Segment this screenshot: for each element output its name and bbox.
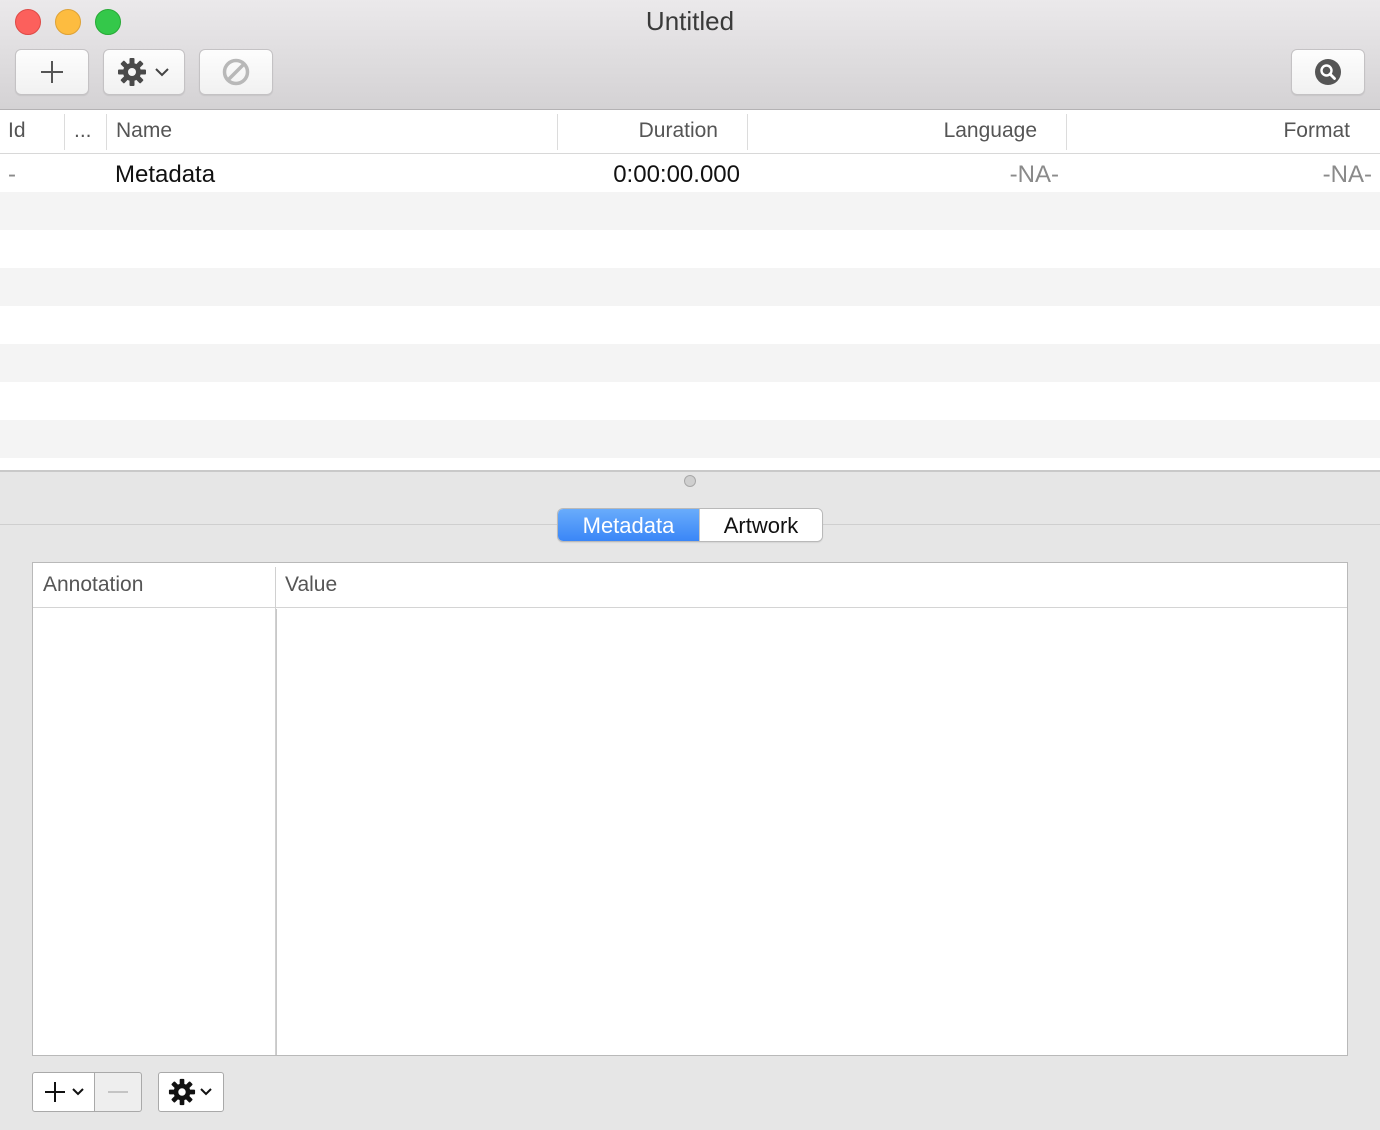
column-header-id[interactable]: Id [8, 110, 26, 154]
tab-artwork[interactable]: Artwork [699, 509, 822, 541]
window-titlebar: Untitled [0, 0, 1380, 110]
add-annotation-button[interactable] [32, 1072, 95, 1112]
window-title: Untitled [645, 6, 735, 36]
column-header-format[interactable]: Format [1076, 110, 1350, 154]
column-header-duration[interactable]: Duration [567, 110, 718, 154]
metadata-table[interactable]: Annotation Value [32, 562, 1348, 1056]
minus-icon [108, 1091, 128, 1093]
chevron-down-icon [155, 68, 169, 77]
chevron-down-icon [71, 1088, 84, 1096]
split-grip-handle[interactable] [684, 475, 696, 487]
table-row-empty [0, 306, 1380, 344]
split-divider[interactable] [0, 470, 1380, 472]
table-row[interactable]: - Metadata 0:00:00.000 -NA- -NA- [0, 154, 1380, 192]
table-row-empty [0, 268, 1380, 306]
table-row-empty [0, 382, 1380, 420]
cancel-button[interactable] [199, 49, 273, 95]
metadata-table-header: Annotation Value [33, 563, 1347, 608]
column-header-more[interactable]: ... [74, 110, 92, 154]
track-language: -NA- [1009, 161, 1059, 188]
plus-icon [41, 61, 63, 83]
track-format: -NA- [1322, 161, 1372, 188]
track-duration: 0:00:00.000 [613, 161, 740, 188]
tab-metadata[interactable]: Metadata [558, 509, 699, 541]
magnifier-icon [1315, 59, 1341, 85]
gear-icon [168, 1078, 196, 1106]
column-header-name[interactable]: Name [116, 110, 172, 154]
prohibited-icon [222, 58, 250, 86]
column-header-language[interactable]: Language [757, 110, 1037, 154]
remove-annotation-button[interactable] [94, 1072, 142, 1112]
table-row-empty [0, 230, 1380, 268]
column-divider [276, 609, 277, 1055]
table-row-empty [0, 344, 1380, 382]
annotation-actions-button[interactable] [158, 1072, 224, 1112]
gear-icon [118, 58, 146, 86]
column-header-annotation[interactable]: Annotation [43, 563, 143, 608]
tracks-table-header: Id ... Name Duration Language Format [0, 110, 1380, 154]
plus-icon [44, 1082, 65, 1102]
tracks-table[interactable]: Id ... Name Duration Language Format - M… [0, 110, 1380, 470]
chevron-down-icon [200, 1088, 212, 1096]
track-name: Metadata [115, 161, 216, 188]
search-button[interactable] [1291, 49, 1365, 95]
column-header-value[interactable]: Value [285, 563, 337, 608]
actions-menu-button[interactable] [103, 49, 185, 95]
add-button[interactable] [15, 49, 89, 95]
track-id: - [8, 161, 16, 188]
table-row-empty [0, 192, 1380, 230]
tab-switcher: Metadata Artwork [557, 508, 823, 542]
table-row-empty [0, 420, 1380, 458]
